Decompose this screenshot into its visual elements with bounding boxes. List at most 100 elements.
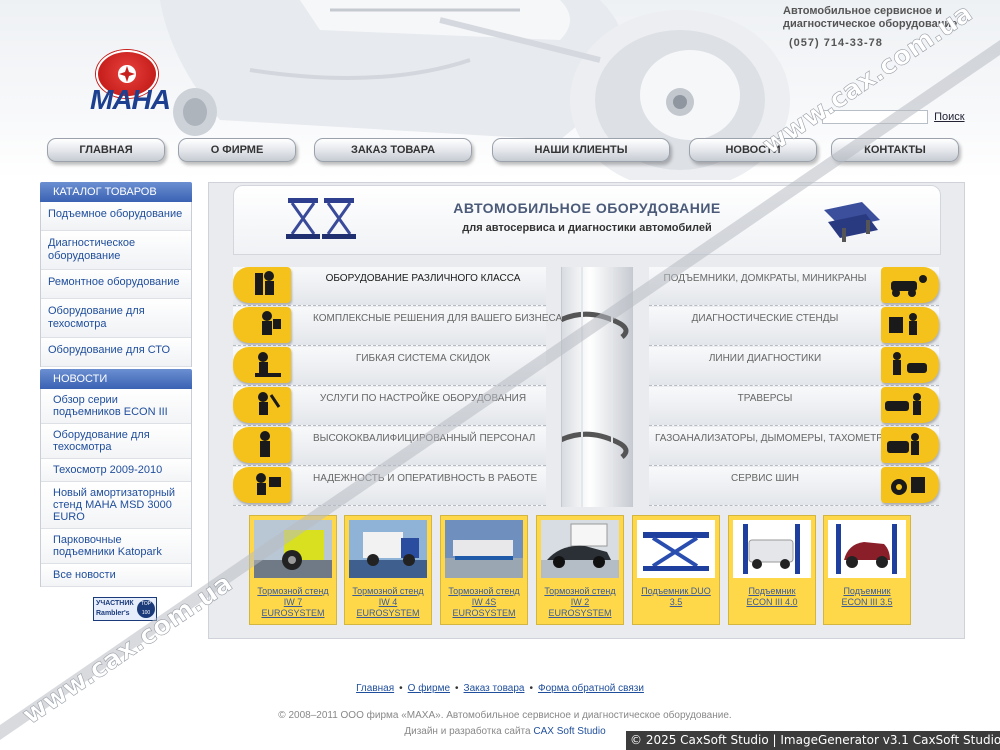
search-box: Поиск: [822, 110, 965, 124]
feature-label: ЛИНИИ ДИАГНОСТИКИ: [708, 353, 822, 364]
rambler-top100-badge[interactable]: УЧАСТНИК Rambler's TOP 100: [93, 597, 157, 621]
search-input[interactable]: [822, 110, 928, 124]
product-label-line2: ECON III 3.5: [841, 597, 893, 607]
news-item-all[interactable]: Все новости: [41, 564, 191, 587]
news-item[interactable]: Парковочные подъемники Katopark: [41, 529, 191, 564]
feature-label: СЕРВИС ШИН: [731, 473, 799, 484]
feature-item[interactable]: ГИБКАЯ СИСТЕМА СКИДОК: [233, 347, 546, 386]
product-label: Тормозной стенд IW 2 EUROSYSTEM: [540, 586, 620, 619]
feature-label: ДИАГНОСТИЧЕСКИЕ СТЕНДЫ: [691, 313, 839, 324]
news-item[interactable]: Техосмотр 2009-2010: [41, 459, 191, 482]
diagnostic-stand-icon: [881, 307, 939, 343]
repair-icon: [233, 387, 291, 423]
feature-item[interactable]: ГАЗОАНАЛИЗАТОРЫ, ДЫМОМЕРЫ, ТАХОМЕТРЫ: [649, 427, 939, 466]
product-card[interactable]: Подъемник DUO 3.5: [632, 515, 720, 625]
news-item[interactable]: Обзор серии подъемников ECON III: [41, 389, 191, 424]
product-card[interactable]: Тормозной стенд IW 2 EUROSYSTEM: [536, 515, 624, 625]
product-label: Подъемник ECON III 3.5: [827, 586, 907, 608]
catalog-item-service-station[interactable]: Оборудование для СТО: [41, 338, 191, 367]
catalog-list: Подъемное оборудование Диагностическое о…: [40, 202, 192, 367]
company-description-line2: диагностическое оборудование: [783, 18, 958, 30]
product-label-line2: ECON III 4.0: [746, 597, 798, 607]
product-label-line1: Тормозной стенд: [544, 586, 616, 596]
product-label-line2: IW 4: [378, 597, 398, 607]
product-label-line2: 3.5: [669, 597, 683, 607]
nav-contacts[interactable]: КОНТАКТЫ: [831, 138, 959, 162]
diagnostic-line-icon: [881, 347, 939, 383]
product-photo: [541, 520, 619, 578]
traverse-icon: [881, 387, 939, 423]
footer-link-order[interactable]: Заказ товара: [464, 683, 525, 694]
news-item[interactable]: Новый амортизаторный стенд МАНА MSD 3000…: [41, 482, 191, 529]
maha-logo[interactable]: МАНА: [88, 50, 171, 115]
watermark-bar: © 2025 CaxSoft Studio | ImageGenerator v…: [626, 731, 1000, 750]
catalog-item-lifting[interactable]: Подъемное оборудование: [41, 202, 191, 231]
nav-clients[interactable]: НАШИ КЛИЕНТЫ: [492, 138, 670, 162]
product-photo: [828, 520, 906, 578]
main-panel: АВТОМОБИЛЬНОЕ ОБОРУДОВАНИЕ для автосерви…: [208, 182, 965, 639]
feature-label: ГИБКАЯ СИСТЕМА СКИДОК: [355, 353, 491, 364]
product-card[interactable]: Тормозной стенд IW 7 EUROSYSTEM: [249, 515, 337, 625]
footer-link-about[interactable]: О фирме: [408, 683, 450, 694]
credits-studio-link[interactable]: CAX Soft Studio: [533, 726, 605, 737]
company-description: Автомобильное сервисное и диагностическо…: [783, 5, 973, 50]
rambler-name-text: Rambler's: [96, 610, 130, 617]
product-label-line2: IW 2: [570, 597, 590, 607]
computer-worker-icon: [233, 467, 291, 503]
feature-item[interactable]: ТРАВЕРСЫ: [649, 387, 939, 426]
nav-order[interactable]: ЗАКАЗ ТОВАРА: [314, 138, 472, 162]
product-label-line1: Подъемник: [843, 586, 891, 596]
footer-nav: Главная • О фирме • Заказ товара • Форма обрат…: [0, 683, 1000, 694]
platform-lift-icon: [824, 202, 880, 242]
footer-separator: •: [399, 683, 403, 694]
equipment-banner: АВТОМОБИЛЬНОЕ ОБОРУДОВАНИЕ для автосерви…: [233, 185, 941, 255]
car-lift-icon: [881, 267, 939, 303]
feature-item[interactable]: ЛИНИИ ДИАГНОСТИКИ: [649, 347, 939, 386]
feature-label: ТРАВЕРСЫ: [737, 393, 793, 404]
feature-item[interactable]: ОБОРУДОВАНИЕ РАЗЛИЧНОГО КЛАССА: [233, 267, 546, 306]
feature-label: ВЫСОКОКВАЛИФИЦИРОВАННЫЙ ПЕРСОНАЛ: [313, 433, 536, 444]
feature-item[interactable]: УСЛУГИ ПО НАСТРОЙКЕ ОБОРУДОВАНИЯ: [233, 387, 546, 426]
catalog-item-repair[interactable]: Ремонтное оборудование: [41, 270, 191, 299]
worker-icon: [233, 427, 291, 463]
product-label-line3: EUROSYSTEM: [452, 608, 516, 618]
news-item[interactable]: Оборудование для техосмотра: [41, 424, 191, 459]
product-card[interactable]: Подъемник ECON III 4.0: [728, 515, 816, 625]
feature-item[interactable]: КОМПЛЕКСНЫЕ РЕШЕНИЯ ДЛЯ ВАШЕГО БИЗНЕСА: [233, 307, 562, 346]
nav-news[interactable]: НОВОСТИ: [689, 138, 817, 162]
engineer-icon: [233, 307, 291, 343]
product-card[interactable]: Подъемник ECON III 3.5: [823, 515, 911, 625]
feature-label: ПОДЪЕМНИКИ, ДОМКРАТЫ, МИНИКРАНЫ: [663, 273, 867, 284]
product-label-line1: Подъемник DUO: [641, 586, 711, 596]
feature-item[interactable]: ПОДЪЕМНИКИ, ДОМКРАТЫ, МИНИКРАНЫ: [649, 267, 939, 306]
footer-link-feedback[interactable]: Форма обратной связи: [538, 683, 644, 694]
product-label-line3: EUROSYSTEM: [261, 608, 325, 618]
feature-label: ОБОРУДОВАНИЕ РАЗЛИЧНОГО КЛАССА: [325, 273, 521, 284]
product-label-line3: EUROSYSTEM: [356, 608, 420, 618]
feature-item[interactable]: СЕРВИС ШИН: [649, 467, 939, 506]
sidebar: КАТАЛОГ ТОВАРОВ Подъемное оборудование Д…: [40, 182, 192, 621]
product-card[interactable]: Тормозной стенд IW 4 EUROSYSTEM: [344, 515, 432, 625]
footer-link-home[interactable]: Главная: [356, 683, 394, 694]
product-label-line1: Тормозной стенд: [448, 586, 520, 596]
feature-label: ГАЗОАНАЛИЗАТОРЫ, ДЫМОМЕРЫ, ТАХОМЕТРЫ: [655, 433, 892, 444]
feature-item[interactable]: НАДЕЖНОСТЬ И ОПЕРАТИВНОСТЬ В РАБОТЕ: [233, 467, 546, 506]
product-label: Подъемник DUO 3.5: [636, 586, 716, 608]
product-photo: [445, 520, 523, 578]
nav-home[interactable]: ГЛАВНАЯ: [47, 138, 165, 162]
catalog-heading: КАТАЛОГ ТОВАРОВ: [40, 182, 192, 202]
search-button[interactable]: Поиск: [934, 111, 964, 123]
feature-item[interactable]: ДИАГНОСТИЧЕСКИЕ СТЕНДЫ: [649, 307, 939, 346]
product-label: Тормозной стенд IW 4S EUROSYSTEM: [444, 586, 524, 619]
catalog-item-diagnostic[interactable]: Диагностическое оборудование: [41, 231, 191, 270]
feature-item[interactable]: ВЫСОКОКВАЛИФИЦИРОВАННЫЙ ПЕРСОНАЛ: [233, 427, 546, 466]
news-list: Обзор серии подъемников ECON III Оборудо…: [40, 389, 192, 587]
product-photo: [254, 520, 332, 578]
product-photo: [733, 520, 811, 578]
product-label: Подъемник ECON III 4.0: [732, 586, 812, 608]
nav-about[interactable]: О ФИРМЕ: [178, 138, 296, 162]
catalog-item-inspection[interactable]: Оборудование для техосмотра: [41, 299, 191, 338]
company-phone: (057) 714-33-78: [789, 37, 883, 49]
footer-separator: •: [529, 683, 533, 694]
product-card[interactable]: Тормозной стенд IW 4S EUROSYSTEM: [440, 515, 528, 625]
